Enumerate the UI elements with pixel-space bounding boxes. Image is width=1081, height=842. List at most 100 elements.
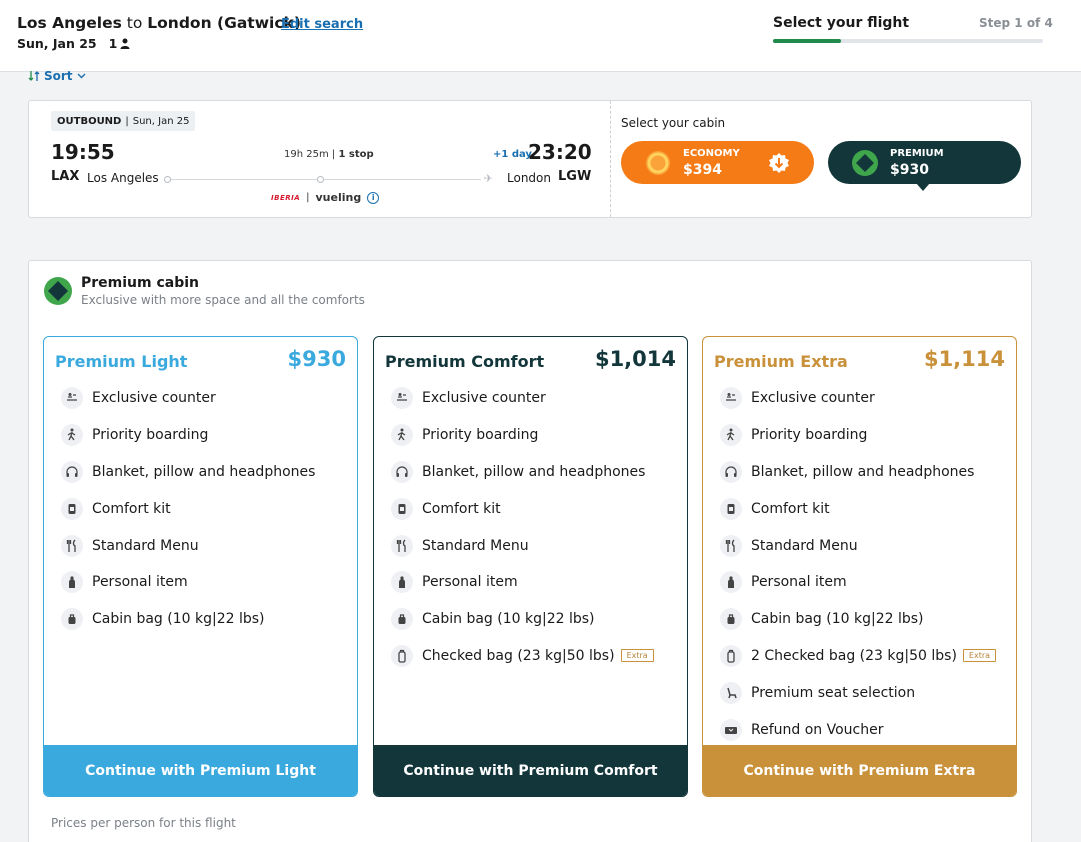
fare-feature: Checked bag (23 kg|50 lbs) Extra <box>391 638 681 675</box>
fare-feature: Personal item <box>61 564 351 601</box>
arrival-time: 23:20 <box>528 140 592 164</box>
direction-label: OUTBOUND <box>57 115 122 127</box>
fare-feature: Personal item <box>391 564 681 601</box>
chevron-down-icon <box>77 73 86 79</box>
flight-duration: 19h 25m | 1 stop <box>284 149 374 160</box>
arrival-city: London <box>507 171 551 185</box>
fare-feature: Exclusive counter <box>391 380 681 417</box>
flight-timeline: ✈ <box>164 172 493 185</box>
stop-dot <box>317 176 324 183</box>
expand-down-icon <box>769 153 789 173</box>
extra-badge: Extra <box>962 649 997 663</box>
fare-feature: Blanket, pillow and headphones <box>61 454 351 491</box>
cabin-select-label: Select your cabin <box>621 116 726 130</box>
trip-date: Sun, Jan 25 <box>17 36 97 51</box>
passenger-count: 1 <box>109 36 131 51</box>
card-divider <box>610 101 611 217</box>
counter-icon <box>61 387 83 410</box>
personal-item-icon <box>61 571 83 594</box>
plane-icon: ✈ <box>483 172 493 185</box>
iberia-logo: IBERIA <box>271 193 301 202</box>
fare-feature: Comfort kit <box>391 490 681 527</box>
sort-label: Sort <box>44 69 73 83</box>
menu-icon <box>61 534 83 557</box>
outbound-tag: OUTBOUND | Sun, Jan 25 <box>51 111 196 131</box>
fare-feature: Exclusive counter <box>61 380 351 417</box>
feature-label: Refund on Voucher <box>751 721 884 738</box>
arrival-code: LGW <box>558 169 592 184</box>
fare-name: Premium Extra <box>714 352 848 371</box>
feature-label: Cabin bag (10 kg|22 lbs) <box>92 611 265 628</box>
panel-subtitle: Exclusive with more space and all the co… <box>81 293 365 307</box>
fare-name: Premium Comfort <box>385 352 545 371</box>
cabin-bag-icon <box>61 608 83 631</box>
counter-icon <box>720 387 742 410</box>
personal-item-icon <box>720 571 742 594</box>
feature-label: Blanket, pillow and headphones <box>751 463 975 480</box>
origin-city: Los Angeles <box>17 14 122 32</box>
cabin-bag-icon <box>391 608 413 631</box>
fare-price: $1,014 <box>594 347 676 371</box>
feature-label: Cabin bag (10 kg|22 lbs) <box>751 611 924 628</box>
premium-cabin-button[interactable]: PREMIUM $930 <box>828 141 1021 184</box>
fare-feature: Personal item <box>720 564 1010 601</box>
feature-label: Blanket, pillow and headphones <box>422 463 646 480</box>
menu-icon <box>391 534 413 557</box>
premium-cabin-icon <box>852 150 878 176</box>
feature-label: Blanket, pillow and headphones <box>92 463 316 480</box>
departure-time: 19:55 <box>51 140 115 164</box>
feature-label: Personal item <box>751 574 847 591</box>
departure-city: Los Angeles <box>87 171 159 185</box>
flight-card: OUTBOUND | Sun, Jan 25 19:55 LAX Los Ang… <box>28 100 1032 218</box>
flight-date: Sun, Jan 25 <box>132 115 190 127</box>
economy-label: ECONOMY <box>683 148 740 159</box>
premium-cabin-icon <box>44 277 72 305</box>
feature-label: Exclusive counter <box>422 390 546 407</box>
feature-label: Personal item <box>422 574 518 591</box>
continue-premium-comfort-button[interactable]: Continue with Premium Comfort <box>374 745 687 796</box>
voucher-icon <box>720 718 742 741</box>
step-progress-fill <box>773 39 841 43</box>
seat-icon <box>720 681 742 704</box>
continue-premium-light-button[interactable]: Continue with Premium Light <box>44 745 357 796</box>
feature-label: Comfort kit <box>751 500 830 517</box>
comfort-kit-icon <box>61 497 83 520</box>
fare-card-premium-extra[interactable]: Premium Extra $1,114 Exclusive counter Pr… <box>702 336 1017 797</box>
feature-list: Exclusive counter Priority boarding Blanke… <box>391 380 681 674</box>
fare-feature: Comfort kit <box>720 490 1010 527</box>
comfort-kit-icon <box>720 497 742 520</box>
edit-search-link[interactable]: Edit search <box>281 17 363 32</box>
step-title: Select your flight <box>773 15 910 31</box>
step-count: Step 1 of 4 <box>979 16 1053 30</box>
feature-label: Standard Menu <box>751 537 858 554</box>
feature-label: Exclusive counter <box>751 390 875 407</box>
headphones-icon <box>61 460 83 483</box>
fare-card-premium-comfort[interactable]: Premium Comfort $1,014 Exclusive counter… <box>373 336 688 797</box>
fare-card-premium-light[interactable]: Premium Light $930 Exclusive counter Prio… <box>43 336 358 797</box>
counter-icon <box>391 387 413 410</box>
feature-label: Premium seat selection <box>751 684 916 701</box>
sort-button[interactable]: Sort <box>28 69 86 83</box>
fare-feature: Cabin bag (10 kg|22 lbs) <box>391 601 681 638</box>
fare-feature: Standard Menu <box>391 527 681 564</box>
continue-premium-extra-button[interactable]: Continue with Premium Extra <box>703 745 1016 796</box>
feature-list: Exclusive counter Priority boarding Blanke… <box>61 380 351 638</box>
stops-value: 1 stop <box>338 149 374 160</box>
feature-label: Priority boarding <box>422 427 539 444</box>
selected-cabin-pointer <box>916 183 930 191</box>
feature-label: Personal item <box>92 574 188 591</box>
fare-feature: Refund on Voucher <box>720 711 1010 748</box>
fare-feature: Comfort kit <box>61 490 351 527</box>
boarding-icon <box>391 424 413 447</box>
feature-label: 2 Checked bag (23 kg|50 lbs) <box>751 647 957 664</box>
info-icon[interactable]: i <box>367 191 380 204</box>
headphones-icon <box>391 460 413 483</box>
checked-bag-icon <box>720 644 742 667</box>
premium-price: $930 <box>890 162 929 178</box>
economy-price: $394 <box>683 162 722 178</box>
route-summary: Los Angeles to London (Gatwick) <box>17 14 301 32</box>
economy-cabin-button[interactable]: ECONOMY $394 <box>621 141 814 184</box>
fare-price: $930 <box>287 347 346 371</box>
fare-feature: Priority boarding <box>61 417 351 454</box>
fare-feature: Exclusive counter <box>720 380 1010 417</box>
